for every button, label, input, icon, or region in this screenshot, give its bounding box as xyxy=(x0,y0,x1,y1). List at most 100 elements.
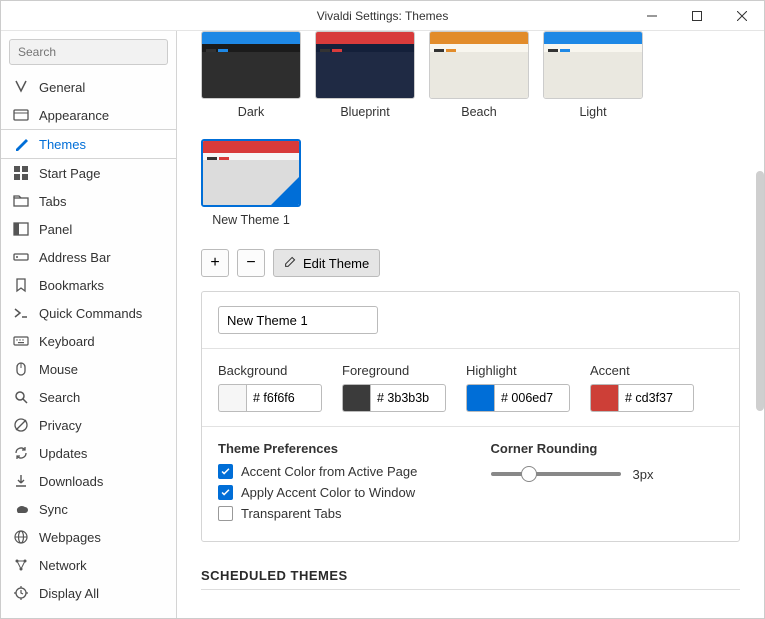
sidebar-item-keyboard[interactable]: Keyboard xyxy=(1,327,176,355)
color-group-hl: Highlight xyxy=(466,363,570,412)
sidebar-item-label: Search xyxy=(39,390,80,405)
color-hex-input[interactable] xyxy=(494,384,570,412)
color-label: Accent xyxy=(590,363,694,378)
theme-name-label: Beach xyxy=(429,105,529,119)
theme-presets-row: Dark Blueprint Beach Light xyxy=(201,31,740,119)
sidebar-item-appearance[interactable]: Appearance xyxy=(1,101,176,129)
sidebar-item-quick-commands[interactable]: Quick Commands xyxy=(1,299,176,327)
sidebar-item-tabs[interactable]: Tabs xyxy=(1,187,176,215)
downloads-icon xyxy=(13,473,29,489)
sidebar: General Appearance Themes Start Page Tabs Pan… xyxy=(1,31,177,618)
sidebar-item-general[interactable]: General xyxy=(1,73,176,101)
sidebar-item-label: Downloads xyxy=(39,474,103,489)
sidebar-item-network[interactable]: Network xyxy=(1,551,176,579)
sidebar-item-label: Privacy xyxy=(39,418,82,433)
sidebar-item-label: Address Bar xyxy=(39,250,111,265)
pref-accent-color-from-active-page[interactable]: Accent Color from Active Page xyxy=(218,464,451,479)
theme-custom-row: New Theme 1 xyxy=(201,139,740,227)
color-swatch[interactable] xyxy=(466,384,494,412)
sidebar-item-mouse[interactable]: Mouse xyxy=(1,355,176,383)
sidebar-item-label: Mouse xyxy=(39,362,78,377)
sidebar-item-label: General xyxy=(39,80,85,95)
sidebar-item-label: Themes xyxy=(39,137,86,152)
pref-label: Apply Accent Color to Window xyxy=(241,485,415,500)
corner-rounding-slider[interactable] xyxy=(491,464,621,484)
color-group-fg: Foreground xyxy=(342,363,446,412)
checkbox-icon xyxy=(218,506,233,521)
quickcommands-icon xyxy=(13,305,29,321)
search-icon xyxy=(13,389,29,405)
maximize-button[interactable] xyxy=(674,1,719,31)
sidebar-item-label: Panel xyxy=(39,222,72,237)
color-swatch[interactable] xyxy=(218,384,246,412)
sidebar-item-start-page[interactable]: Start Page xyxy=(1,159,176,187)
theme-preview[interactable] xyxy=(429,31,529,99)
sidebar-item-themes[interactable]: Themes xyxy=(1,129,176,159)
sidebar-item-search[interactable]: Search xyxy=(1,383,176,411)
checkbox-icon xyxy=(218,464,233,479)
color-hex-input[interactable] xyxy=(618,384,694,412)
sync-icon xyxy=(13,501,29,517)
sidebar-item-label: Sync xyxy=(39,502,68,517)
pref-transparent-tabs[interactable]: Transparent Tabs xyxy=(218,506,451,521)
sidebar-item-label: Display All xyxy=(39,586,99,601)
close-button[interactable] xyxy=(719,1,764,31)
theme-preview[interactable] xyxy=(201,31,301,99)
network-icon xyxy=(13,557,29,573)
theme-name-label: Dark xyxy=(201,105,301,119)
sidebar-item-bookmarks[interactable]: Bookmarks xyxy=(1,271,176,299)
theme-prefs-heading: Theme Preferences xyxy=(218,441,451,456)
addressbar-icon xyxy=(13,249,29,265)
theme-preview[interactable] xyxy=(543,31,643,99)
color-label: Background xyxy=(218,363,322,378)
sidebar-item-display-all[interactable]: Display All xyxy=(1,579,176,607)
sidebar-item-label: Appearance xyxy=(39,108,109,123)
color-swatch[interactable] xyxy=(590,384,618,412)
sidebar-item-sync[interactable]: Sync xyxy=(1,495,176,523)
mouse-icon xyxy=(13,361,29,377)
color-label: Foreground xyxy=(342,363,446,378)
pref-label: Transparent Tabs xyxy=(241,506,341,521)
theme-card-light: Light xyxy=(543,31,643,119)
nav-list: General Appearance Themes Start Page Tabs Pan… xyxy=(1,73,176,618)
sidebar-item-label: Tabs xyxy=(39,194,66,209)
startpage-icon xyxy=(13,165,29,181)
add-theme-button[interactable]: + xyxy=(201,249,229,277)
remove-theme-button[interactable]: − xyxy=(237,249,265,277)
sidebar-item-address-bar[interactable]: Address Bar xyxy=(1,243,176,271)
theme-card-new-theme-1: New Theme 1 xyxy=(201,139,301,227)
theme-preview[interactable] xyxy=(201,139,301,207)
sidebar-item-updates[interactable]: Updates xyxy=(1,439,176,467)
sidebar-item-privacy[interactable]: Privacy xyxy=(1,411,176,439)
color-label: Highlight xyxy=(466,363,570,378)
theme-card-beach: Beach xyxy=(429,31,529,119)
edit-theme-button[interactable]: Edit Theme xyxy=(273,249,380,277)
theme-preview[interactable] xyxy=(315,31,415,99)
color-group-ac: Accent xyxy=(590,363,694,412)
color-hex-input[interactable] xyxy=(370,384,446,412)
theme-name-label: Light xyxy=(543,105,643,119)
theme-toolbar: + − Edit Theme xyxy=(201,249,740,277)
main-content: Dark Blueprint Beach Light New Theme 1 + − … xyxy=(177,31,764,618)
pref-apply-accent-color-to-window[interactable]: Apply Accent Color to Window xyxy=(218,485,451,500)
pencil-icon xyxy=(284,255,297,271)
color-hex-input[interactable] xyxy=(246,384,322,412)
scrollbar[interactable] xyxy=(756,171,764,411)
sidebar-item-panel[interactable]: Panel xyxy=(1,215,176,243)
minimize-button[interactable] xyxy=(629,1,674,31)
sidebar-item-webpages[interactable]: Webpages xyxy=(1,523,176,551)
theme-name-input[interactable] xyxy=(218,306,378,334)
theme-name-label: Blueprint xyxy=(315,105,415,119)
search-input[interactable] xyxy=(9,39,168,65)
scheduled-themes-heading: SCHEDULED THEMES xyxy=(201,568,740,583)
sidebar-item-label: Start Page xyxy=(39,166,100,181)
sidebar-item-label: Bookmarks xyxy=(39,278,104,293)
themes-icon xyxy=(13,136,29,152)
color-swatch[interactable] xyxy=(342,384,370,412)
updates-icon xyxy=(13,445,29,461)
sidebar-item-label: Quick Commands xyxy=(39,306,142,321)
sidebar-item-downloads[interactable]: Downloads xyxy=(1,467,176,495)
sidebar-item-label: Network xyxy=(39,558,87,573)
divider xyxy=(201,589,740,590)
theme-edit-panel: Background Foreground Highlight Accent Them… xyxy=(201,291,740,542)
